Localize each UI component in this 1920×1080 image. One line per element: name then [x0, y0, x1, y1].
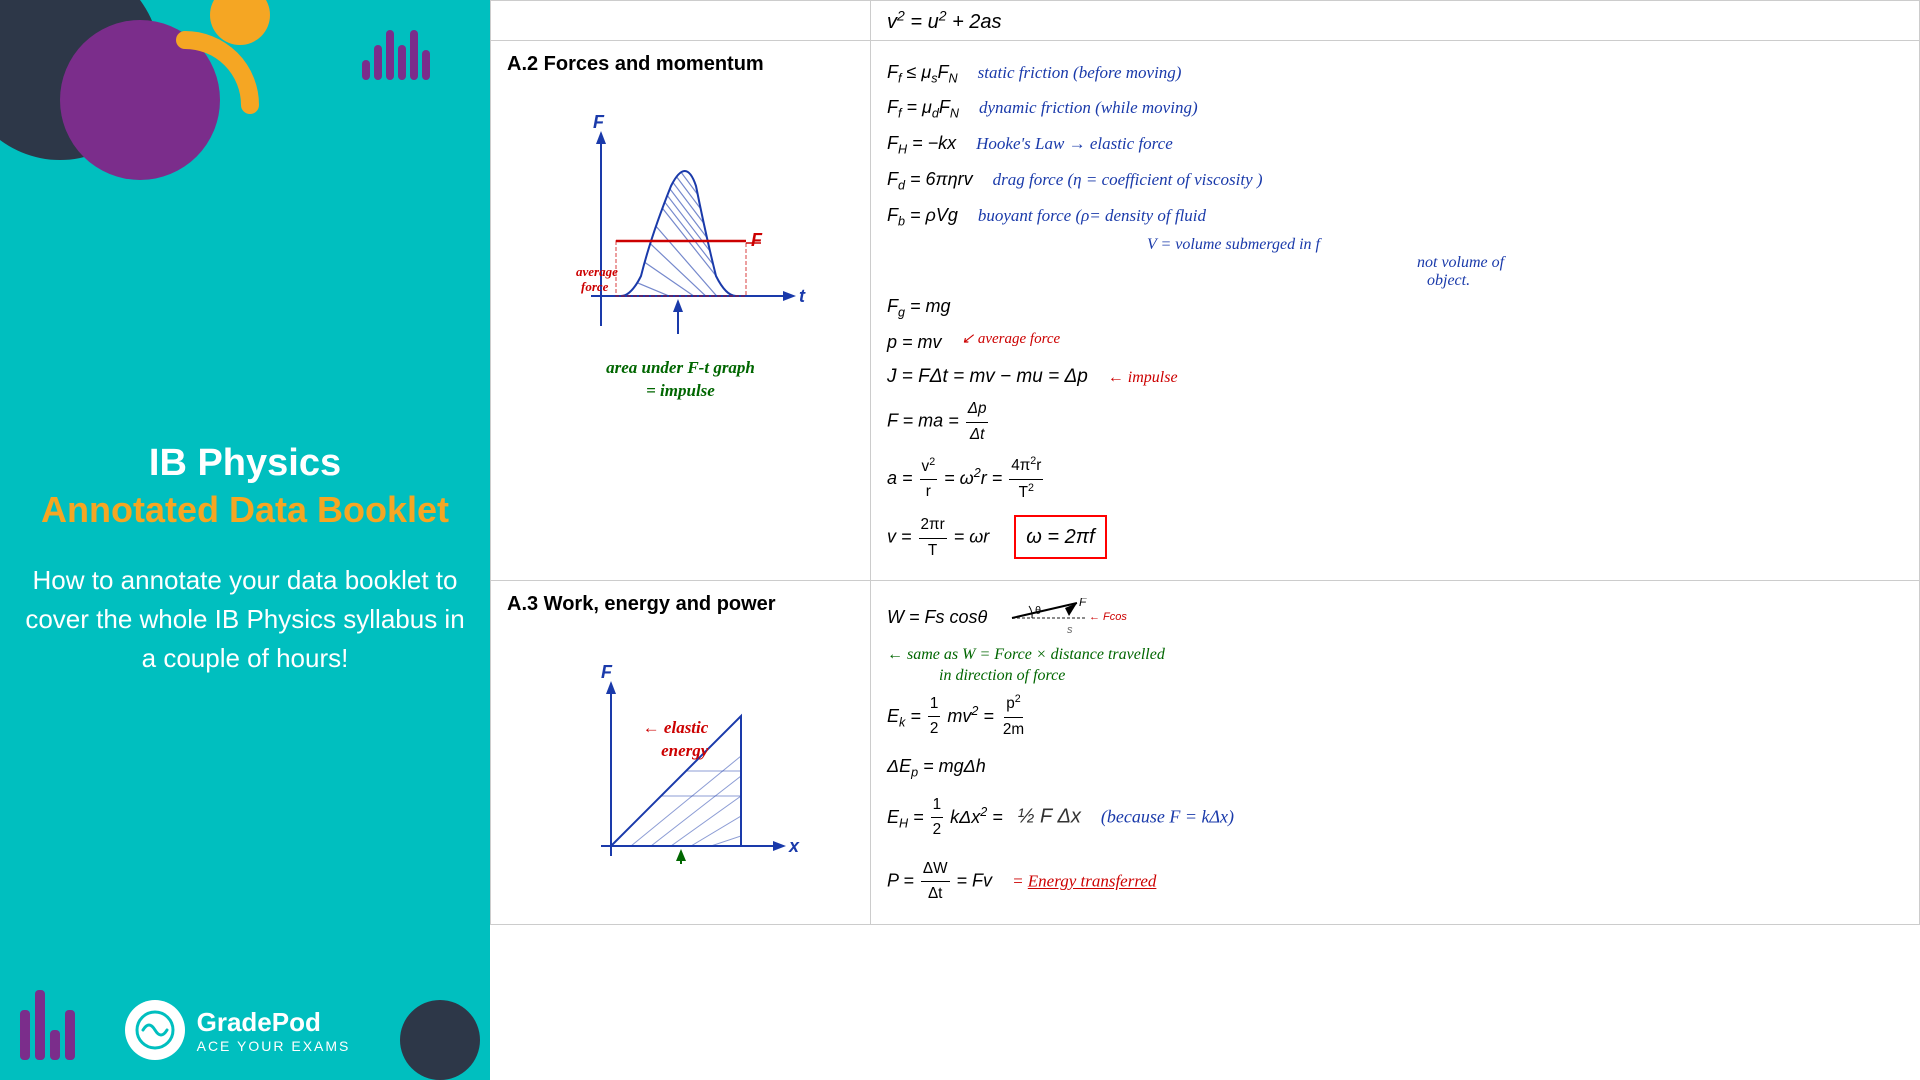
formula-momentum: p = mv ↙ average force: [887, 328, 1903, 357]
buoyant-note: V = volume submerged in f: [1147, 236, 1903, 254]
omega-box: ω = 2πf: [1014, 515, 1106, 559]
impulse-diagram-area: F t: [507, 96, 854, 412]
svg-text:F: F: [601, 662, 613, 682]
formula-static-friction: Ff ≤ μsFN static friction (before moving…: [887, 58, 1903, 89]
subtitle: How to annotate your data booklet to cov…: [20, 561, 470, 678]
svg-text:force: force: [581, 279, 609, 294]
forces-label: A.2 Forces and momentum F t: [491, 40, 871, 581]
elastic-svg: F x: [541, 656, 821, 876]
work-green-note: ← same as W = Force × distance travelled…: [887, 646, 1165, 684]
work-formulas: W = Fs cosθ F θ ← Fcosθ s: [871, 581, 1920, 925]
logo-text: GradePod ACE YOUR EXAMS: [197, 1007, 351, 1054]
formula-drag: Fd = 6πηrv drag force (η = coefficient o…: [887, 165, 1903, 196]
forces-row: A.2 Forces and momentum F t: [491, 40, 1920, 581]
buoyant-note2: not volume of: [1417, 254, 1920, 272]
left-panel: IB Physics Annotated Data Booklet How to…: [0, 0, 490, 1080]
formula-buoyant: Fb = ρVg buoyant force (ρ= density of fl…: [887, 201, 1903, 232]
svg-text:F: F: [593, 112, 605, 132]
svg-text:average: average: [576, 264, 618, 279]
formula-work: W = Fs cosθ F θ ← Fcosθ s: [887, 598, 1903, 638]
sound-waves-top: [362, 30, 430, 80]
formula-potential: ΔEp = mgΔh: [887, 752, 1903, 783]
formula-impulse: J = FΔt = mv − mu = Δp ← impulse: [887, 362, 1903, 392]
logo-area: GradePod ACE YOUR EXAMS: [125, 1000, 351, 1060]
v-squared-formula: v2 = u2 + 2as: [887, 11, 1002, 33]
logo-icon: [125, 1000, 185, 1060]
formula-dynamic-friction: Ff = μdFN dynamic friction (while moving…: [887, 93, 1903, 124]
area-label: area under F-t graph: [606, 358, 755, 377]
work-row: A.3 Work, energy and power F x: [491, 581, 1920, 925]
formula-centripetal-acc: a = v2r = ω2r = 4π2rT2: [887, 453, 1903, 505]
svg-text:F: F: [751, 230, 763, 250]
title-ib: IB Physics: [20, 442, 470, 485]
logo-tagline: ACE YOUR EXAMS: [197, 1038, 351, 1054]
bottom-decoration: GradePod ACE YOUR EXAMS: [0, 990, 490, 1080]
work-annotation: ← same as W = Force × distance travelled…: [887, 643, 1903, 685]
data-table: v2 = u2 + 2as A.2 Forces and momentum F: [490, 0, 1920, 925]
svg-text:x: x: [788, 836, 800, 856]
svg-text:s: s: [1067, 624, 1073, 636]
right-panel: v2 = u2 + 2as A.2 Forces and momentum F: [490, 0, 1920, 1080]
formula-kinetic: Ek = 12 mv2 = p22m: [887, 691, 1903, 742]
sound-waves-bottom: [20, 990, 75, 1060]
formula-power: P = ΔWΔt = Fv = Energy transferred: [887, 857, 1903, 907]
kinematics-label: [491, 1, 871, 41]
kinematics-formula: v2 = u2 + 2as: [871, 1, 1920, 41]
formula-hookes: FH = −kx Hooke's Law → elastic force: [887, 129, 1903, 160]
logo-name: GradePod: [197, 1007, 351, 1038]
forces-formulas: Ff ≤ μsFN static friction (before moving…: [871, 40, 1920, 581]
svg-text:F: F: [1079, 598, 1087, 609]
elastic-arrow: ← elastic: [643, 718, 709, 737]
svg-text:t: t: [799, 286, 806, 306]
elastic-energy-label: energy: [648, 741, 708, 760]
work-diagram: F θ ← Fcosθ s: [1007, 598, 1127, 638]
equals-impulse: = impulse: [646, 381, 715, 400]
impulse-svg: F t: [521, 106, 841, 356]
top-decoration: [0, 0, 490, 200]
svg-text:← Fcosθ: ← Fcosθ: [1089, 611, 1127, 623]
elastic-diagram-area: F x: [507, 646, 854, 772]
work-label: A.3 Work, energy and power F x: [491, 581, 871, 925]
formula-gravity: Fg = mg: [887, 292, 1903, 323]
svg-text:θ: θ: [1035, 605, 1041, 617]
orange-circle: [200, 0, 280, 80]
elastic-label: ← elastic energy: [643, 716, 709, 762]
kinematics-row: v2 = u2 + 2as: [491, 1, 1920, 41]
circle-bottom-right: [400, 1000, 480, 1080]
buoyant-note3: object.: [1427, 272, 1920, 290]
center-content: IB Physics Annotated Data Booklet How to…: [0, 422, 490, 698]
title-annotated: Annotated Data Booklet: [20, 489, 470, 531]
formula-elastic: EH = 12 kΔx2 = ½ F Δx (because F = kΔx): [887, 793, 1903, 843]
area-annotation: area under F-t graph = impulse: [606, 356, 755, 402]
formula-newtons-second: F = ma = ΔpΔt: [887, 397, 1903, 447]
formula-centripetal-vel: v = 2πrT = ωr ω = 2πf: [887, 513, 1903, 563]
